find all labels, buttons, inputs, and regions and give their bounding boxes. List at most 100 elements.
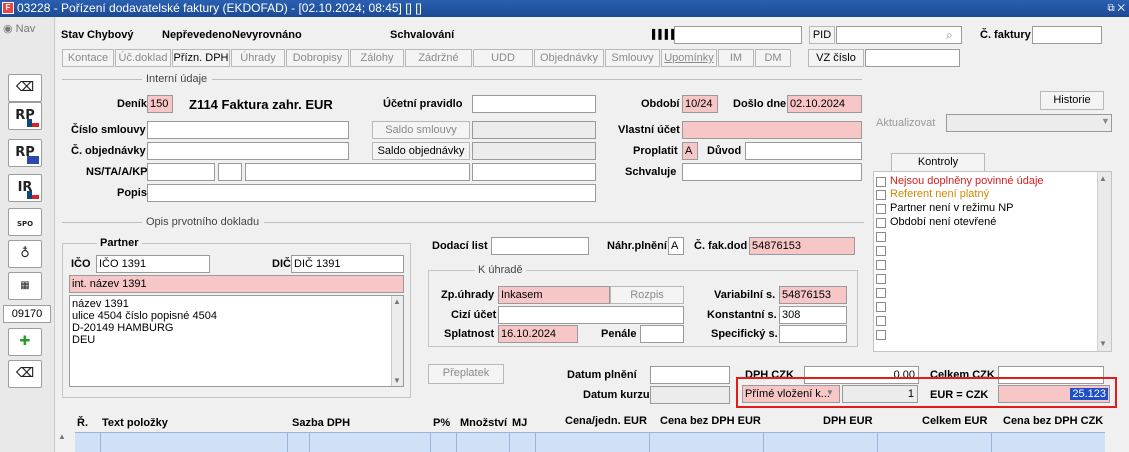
specificky-field[interactable] [779,325,847,343]
kp-field[interactable] [472,163,596,181]
eraser2-icon[interactable]: ⌫ [8,360,42,388]
table-col-sep [456,432,457,452]
money-bag-icon[interactable]: ♁ [8,240,42,268]
eur-czk-field[interactable]: 25.123 [998,385,1110,403]
aktualizovat-select[interactable] [946,114,1112,132]
saldo-smlouvy-button[interactable]: Saldo smlouvy [372,121,470,139]
tab-im[interactable]: IM [718,49,754,67]
a-field[interactable] [245,163,470,181]
tab-prizn-dph[interactable]: Přízn. DPH [172,49,230,67]
zp-uhrady-field[interactable]: Inkasem [498,286,610,304]
dic-field[interactable]: DIČ 1391 [291,255,404,273]
cizi-ucet-field[interactable] [498,306,684,324]
ir-cz-button[interactable]: IR [8,174,42,202]
neprevedeno-status: Nepřevedeno [162,29,232,41]
duvod-field[interactable] [745,142,862,160]
tab-smlouvy[interactable]: Smlouvy [605,49,660,67]
tab-uhrady[interactable]: Úhrady [231,49,285,67]
cislo-smlouvy-field[interactable] [147,121,349,139]
kontrola-checkbox[interactable] [876,232,886,242]
tab-upominky[interactable]: Upomínky [661,49,717,67]
scroll-up-icon[interactable]: ▲ [393,297,401,306]
chevron-down-icon[interactable]: ▼ [1101,116,1110,126]
chevron-down-icon[interactable]: ▼ [826,388,834,397]
kontrola-checkbox[interactable] [876,302,886,312]
scroll-down-icon[interactable]: ▼ [1099,339,1107,348]
doslo-dne-field[interactable]: 02.10.2024 [787,95,862,113]
pid-button[interactable]: PID [809,26,835,44]
scroll-down-icon[interactable]: ▼ [393,376,401,385]
search-icon[interactable]: ⌕ [946,28,953,43]
scroll-up-icon[interactable]: ▲ [1099,174,1107,183]
nav-label[interactable]: ◉ Nav [3,22,35,35]
pid-field[interactable] [836,26,962,44]
preplatek-button[interactable]: Přeplatek [428,364,504,384]
kontrola-checkbox[interactable] [876,204,886,214]
rp-cz-button[interactable]: RP [8,102,42,130]
address-scrollbar[interactable] [391,296,403,386]
vz-cislo-button[interactable]: VZ číslo [808,49,864,67]
rp-eu-button[interactable]: RP [8,139,42,167]
kontrola-checkbox[interactable] [876,190,886,200]
calculator-icon[interactable]: ▦ [8,272,42,300]
denik-field[interactable]: 150 [147,95,173,113]
ns-field[interactable] [147,163,215,181]
datum-plneni-field[interactable] [650,366,730,384]
spo-button[interactable]: SPO [8,208,42,236]
saldo-objednavky-button[interactable]: Saldo objednávky [372,142,470,160]
kontroly-scrollbar[interactable] [1097,172,1111,351]
schvaluje-label: Schvaluje [625,166,677,178]
kontrola-checkbox[interactable] [876,246,886,256]
ucetni-pravidlo-field[interactable] [472,95,596,113]
ico-field[interactable]: IČO 1391 [96,255,210,273]
add-icon[interactable]: ✚ [8,328,42,356]
kontroly-button[interactable]: Kontroly [891,153,985,172]
proplatit-field[interactable]: A [682,142,698,160]
address-line: D-20149 HAMBURG [72,322,174,334]
eraser-icon[interactable]: ⌫ [8,74,42,102]
kontrola-checkbox[interactable] [876,218,886,228]
tab-udd[interactable]: UDD [473,49,533,67]
tab-uc-doklad[interactable]: Úč.doklad [115,49,171,67]
schvaluje-field[interactable] [682,163,862,181]
datum-kurzu-field[interactable] [650,386,730,404]
konstantni-field[interactable]: 308 [779,306,847,324]
kontrola-checkbox[interactable] [876,177,886,187]
tab-dm[interactable]: DM [755,49,791,67]
historie-button[interactable]: Historie [1040,91,1104,110]
tab-zalohy[interactable]: Zálohy [350,49,404,67]
obdobi-field[interactable]: 10/24 [682,95,718,113]
c-objednavky-field[interactable] [147,142,349,160]
rozpis-button[interactable]: Rozpis [610,286,684,304]
kontrola-checkbox[interactable] [876,316,886,326]
penale-field[interactable] [640,325,684,343]
barcode-field[interactable] [674,26,802,44]
kontrola-checkbox[interactable] [876,288,886,298]
nahr-plneni-field[interactable]: A [668,237,684,255]
c-fak-dod-field[interactable]: 54876153 [749,237,855,255]
ucetni-pravidlo-label: Účetní pravidlo [383,98,463,110]
variabilni-field[interactable]: 54876153 [779,286,847,304]
window-controls[interactable]: ⧉ ✕ [1107,0,1125,17]
kontrola-checkbox[interactable] [876,330,886,340]
tab-zadrzne[interactable]: Zádržné [405,49,472,67]
scroll-up-icon[interactable]: ▲ [58,432,66,441]
int-nazev-field[interactable]: int. název 1391 [69,275,404,293]
kontrola-checkbox[interactable] [876,274,886,284]
splatnost-field[interactable]: 16.10.2024 [498,325,578,343]
dic-label: DIČ [272,258,291,270]
popis-field[interactable] [147,184,596,202]
tab-objednavky[interactable]: Objednávky [534,49,604,67]
datum-kurzu-label: Datum kurzu [583,389,650,401]
ta-field[interactable] [218,163,242,181]
kontrola-checkbox[interactable] [876,260,886,270]
vz-cislo-field[interactable] [865,49,960,67]
window-titlebar: F 03228 - Pořízení dodavatelské faktury … [0,0,1129,17]
table-row[interactable] [75,432,1105,452]
c-faktury-field[interactable] [1032,26,1102,44]
tab-dobropisy[interactable]: Dobropisy [286,49,349,67]
tab-kontace[interactable]: Kontace [62,49,114,67]
dodaci-list-field[interactable] [491,237,589,255]
table-col-sep [309,432,310,452]
vlastni-ucet-field[interactable] [682,121,862,139]
